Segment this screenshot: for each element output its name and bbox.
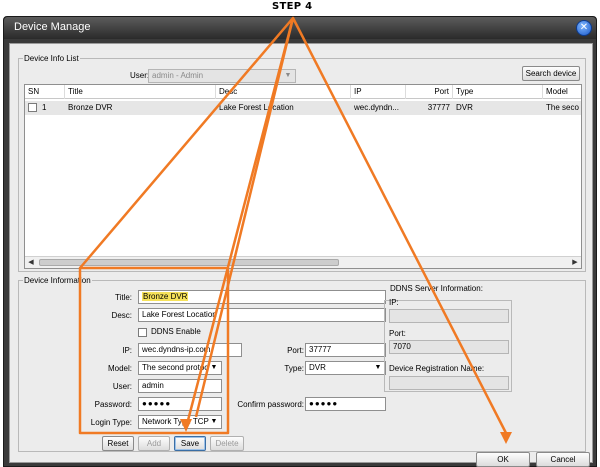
column-header-title[interactable]: Title	[65, 85, 216, 99]
column-header-port[interactable]: Port	[406, 85, 453, 99]
row-sn: 1	[42, 103, 47, 112]
row-port: 37777	[427, 103, 450, 112]
device-list-header: SN Title Desc IP Port Type Model	[25, 85, 581, 99]
user-input[interactable]: admin	[138, 379, 222, 393]
scroll-right-icon[interactable]: ▶	[569, 257, 581, 268]
device-information-title: Device Information	[23, 276, 92, 285]
user-label: User:	[112, 382, 132, 391]
reset-button[interactable]: Reset	[102, 436, 134, 451]
ddns-port-label: Port:	[389, 329, 406, 338]
ddns-enable-checkbox[interactable]	[138, 328, 147, 337]
row-type: DVR	[456, 103, 473, 112]
chevron-down-icon: ▼	[210, 418, 218, 425]
column-header-desc[interactable]: Desc	[216, 85, 351, 99]
chevron-down-icon: ▼	[284, 72, 292, 79]
password-label: Password:	[94, 400, 132, 409]
port-input[interactable]: 37777	[305, 343, 386, 357]
chevron-down-icon: ▼	[210, 364, 218, 371]
login-type-label: Login Type:	[90, 418, 132, 427]
desc-input[interactable]: Lake Forest Location	[138, 308, 386, 322]
table-row[interactable]: 1 Bronze DVR Lake Forest Location wec.dy…	[25, 101, 581, 115]
ddns-port-input: 7070	[389, 340, 509, 354]
confirm-password-label: Confirm password:	[237, 400, 304, 409]
step-label: STEP 4	[272, 1, 313, 12]
ddns-ip-label: IP:	[389, 298, 399, 307]
row-model: The seco	[546, 103, 579, 112]
delete-button[interactable]: Delete	[210, 436, 244, 451]
close-icon[interactable]: ✕	[576, 20, 592, 36]
scroll-thumb[interactable]	[39, 259, 339, 266]
column-header-ip[interactable]: IP	[351, 85, 406, 99]
ip-input[interactable]: wec.dyndns-ip.com	[138, 343, 242, 357]
ddns-registration-input	[389, 376, 509, 390]
model-select[interactable]: The second protoc ▼	[138, 361, 222, 375]
ddns-enable-label: DDNS Enable	[151, 327, 201, 336]
user-filter-label: User:	[130, 71, 150, 80]
chevron-down-icon: ▼	[374, 364, 382, 371]
column-header-model[interactable]: Model	[543, 85, 581, 99]
title-input[interactable]: Bronze DVR	[138, 290, 386, 304]
device-info-list-title: Device Info List	[23, 54, 80, 63]
password-input[interactable]: ●●●●●	[138, 397, 222, 411]
ok-button[interactable]: OK	[476, 452, 530, 467]
row-checkbox[interactable]	[28, 103, 37, 112]
ddns-registration-label: Device Registration Name:	[389, 364, 485, 373]
login-type-value: Network Type TCP	[142, 417, 209, 426]
user-filter-value: admin - Admin	[152, 71, 204, 80]
dialog-content: Device Info List User: admin - Admin ▼ S…	[9, 43, 593, 467]
title-bar: Device Manage ✕	[4, 17, 596, 39]
search-device-button[interactable]: Search device	[522, 66, 580, 81]
ddns-ip-input	[389, 309, 509, 323]
type-value: DVR	[309, 363, 326, 372]
add-button[interactable]: Add	[138, 436, 170, 451]
row-title: Bronze DVR	[68, 103, 113, 112]
login-type-select[interactable]: Network Type TCP ▼	[138, 415, 222, 429]
window-title: Device Manage	[14, 21, 91, 33]
device-list[interactable]: SN Title Desc IP Port Type Model 1 Bronz…	[24, 84, 582, 269]
column-header-type[interactable]: Type	[453, 85, 543, 99]
type-label: Type:	[284, 364, 304, 373]
ddns-server-heading: DDNS Server Information:	[388, 284, 485, 293]
model-label: Model:	[107, 364, 132, 373]
confirm-password-input[interactable]: ●●●●●	[305, 397, 386, 411]
cancel-button[interactable]: Cancel	[536, 452, 590, 467]
scroll-left-icon[interactable]: ◀	[25, 257, 37, 268]
port-label: Port:	[287, 346, 304, 355]
column-header-sn[interactable]: SN	[25, 85, 65, 99]
user-filter-select[interactable]: admin - Admin ▼	[148, 69, 296, 83]
row-ip: wec.dyndn...	[354, 103, 399, 112]
row-desc: Lake Forest Location	[219, 103, 294, 112]
model-value: The second protoc	[142, 363, 209, 372]
horizontal-scrollbar[interactable]: ◀ ▶	[25, 256, 581, 268]
device-manage-window: Device Manage ✕ Device Info List User: a…	[3, 16, 597, 467]
title-value: Bronze DVR	[142, 292, 189, 301]
ip-label: IP:	[122, 346, 132, 355]
desc-label: Desc:	[111, 311, 132, 320]
type-select[interactable]: DVR ▼	[305, 361, 386, 375]
title-label: Title:	[114, 293, 132, 302]
save-button[interactable]: Save	[174, 436, 206, 451]
